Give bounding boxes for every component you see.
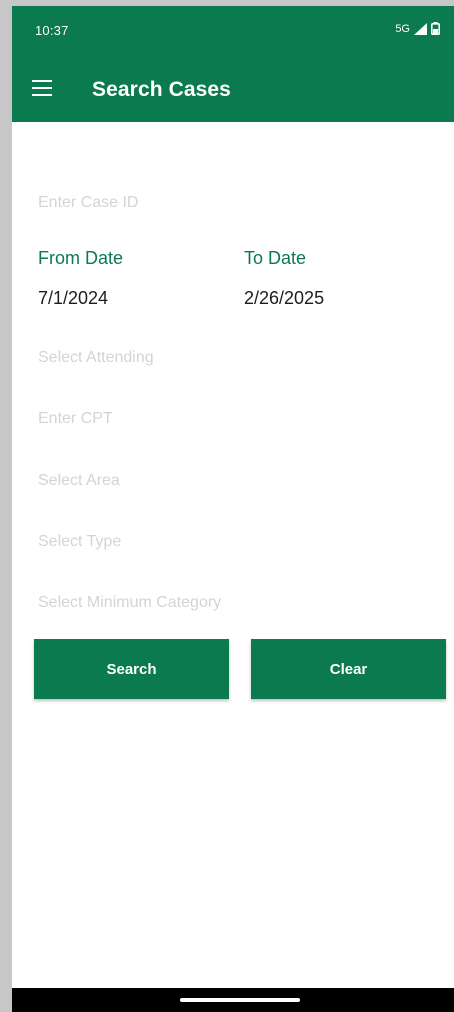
status-time: 10:37 [35,23,69,38]
cpt-input[interactable]: Enter CPT [38,410,418,428]
phone-screen: 10:37 5G Search Cases Enter Case ID From… [12,6,454,1012]
clear-button[interactable]: Clear [251,639,446,699]
from-date-label: From Date [38,248,124,268]
home-indicator[interactable] [180,998,300,1002]
to-date-value[interactable]: 2/26/2025 [244,288,324,309]
network-type: 5G [395,22,410,35]
search-button[interactable]: Search [34,639,229,699]
signal-icon [414,22,427,35]
minimum-category-select[interactable]: Select Minimum Category [38,594,418,612]
to-date-label: To Date [244,248,307,268]
area-select[interactable]: Select Area [38,472,418,490]
page-title: Search Cases [92,78,231,101]
device-frame: 10:37 5G Search Cases Enter Case ID From… [0,0,454,1012]
from-date-value[interactable]: 7/1/2024 [38,288,108,309]
app-bar: Search Cases [12,58,454,122]
status-icons: 5G [395,22,440,35]
battery-icon [431,22,440,35]
type-select[interactable]: Select Type [38,533,418,551]
navigation-bar [12,988,454,1012]
status-bar: 10:37 5G [12,6,454,58]
attending-select[interactable]: Select Attending [38,349,418,367]
menu-icon[interactable] [32,80,52,96]
case-id-input[interactable]: Enter Case ID [38,194,418,212]
